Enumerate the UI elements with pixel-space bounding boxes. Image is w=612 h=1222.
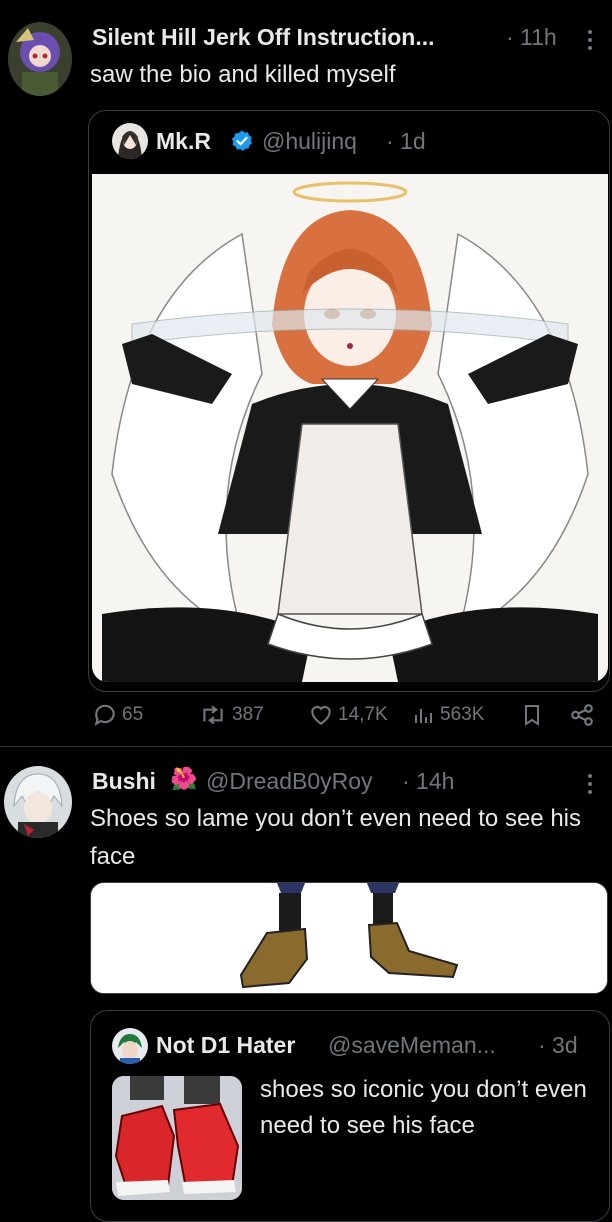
post-handle[interactable]: @DreadB0yRoy	[206, 768, 373, 795]
repost-icon	[203, 705, 223, 725]
post-author-name[interactable]: Silent Hill Jerk Off Instruction...	[92, 24, 435, 51]
avatar[interactable]	[8, 22, 72, 96]
heart-icon	[311, 705, 331, 725]
like-button[interactable]: 14,7K	[308, 702, 388, 728]
quoted-post-image[interactable]	[92, 174, 608, 682]
quoted-timestamp[interactable]: · 1d	[386, 128, 426, 155]
quoted-post-text: shoes so iconic you don’t even need to s…	[260, 1076, 587, 1139]
quoted-handle[interactable]: @hulijinq	[262, 128, 357, 155]
share-icon	[571, 704, 593, 726]
post-divider	[0, 746, 612, 747]
quoted-author-name[interactable]: Not D1 Hater	[156, 1032, 295, 1059]
quoted-avatar[interactable]	[112, 123, 148, 159]
post-author-name[interactable]: Bushi	[92, 768, 156, 795]
post-text: Shoes so lame you don’t even need to see…	[90, 805, 581, 870]
bookmark-icon	[525, 705, 539, 726]
verified-badge-icon	[230, 129, 254, 158]
post-image[interactable]	[90, 882, 608, 994]
reply-button[interactable]: 65	[92, 702, 143, 728]
more-options-icon[interactable]	[588, 30, 594, 50]
views-count: 563K	[440, 704, 485, 725]
repost-count: 387	[232, 704, 264, 725]
quoted-handle[interactable]: @saveMeman...	[328, 1032, 496, 1059]
quoted-author-name[interactable]: Mk.R	[156, 128, 211, 155]
quoted-post-thumbnail[interactable]	[112, 1076, 242, 1200]
repost-button[interactable]: 387	[198, 702, 264, 728]
bookmark-button[interactable]	[520, 702, 544, 728]
views-icon	[415, 709, 432, 723]
avatar[interactable]	[4, 766, 72, 838]
post-text: saw the bio and killed myself	[90, 61, 396, 88]
quoted-avatar[interactable]	[112, 1028, 148, 1064]
more-options-icon[interactable]	[588, 774, 594, 794]
share-button[interactable]	[568, 702, 596, 728]
reply-count: 65	[122, 704, 144, 725]
post-timestamp[interactable]: · 14h	[402, 768, 454, 795]
like-count: 14,7K	[338, 704, 388, 725]
quoted-timestamp[interactable]: · 3d	[538, 1032, 578, 1059]
hibiscus-emoji-icon: 🌺	[170, 766, 198, 791]
post-timestamp[interactable]: · 11h	[506, 24, 557, 51]
views-button[interactable]: 563K	[412, 702, 484, 728]
reply-icon	[94, 704, 115, 727]
